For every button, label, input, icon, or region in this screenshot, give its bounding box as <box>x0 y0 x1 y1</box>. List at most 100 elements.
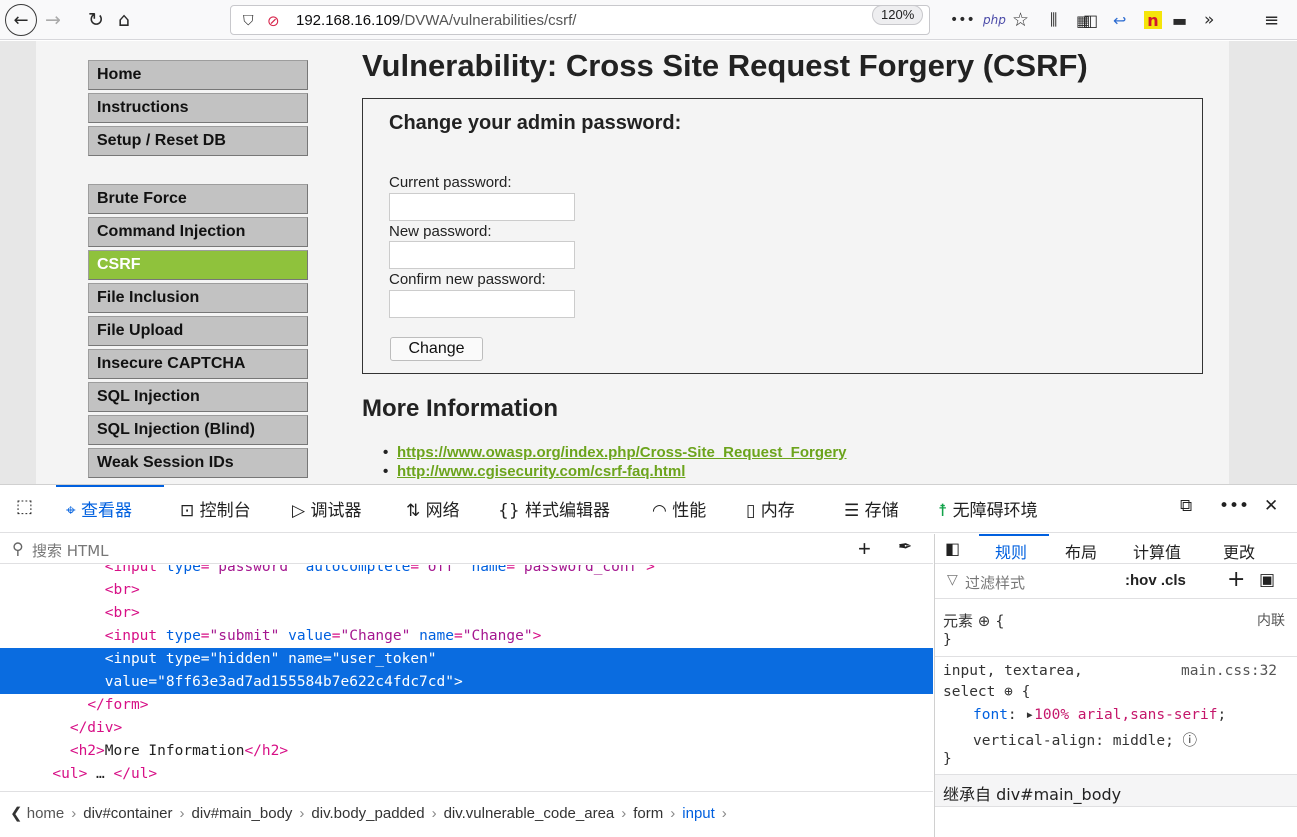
markup-token: <input <box>104 651 166 667</box>
url-text[interactable]: 192.168.16.109/DVWA/vulnerabilities/csrf… <box>296 12 576 29</box>
extension-arrow-icon[interactable]: ↩ <box>1113 6 1126 34</box>
tab-network[interactable]: ⇅ 网络 <box>406 496 460 521</box>
add-rule-icon[interactable]: + <box>1227 567 1245 592</box>
markup-line[interactable]: <h2>More Information</h2> <box>0 740 933 763</box>
menu-item-csrf[interactable]: CSRF <box>88 250 308 280</box>
markup-token: </ul> <box>113 766 158 782</box>
markup-line[interactable]: <br> <box>0 579 933 602</box>
change-button[interactable]: Change <box>390 337 483 361</box>
zoom-badge[interactable]: 120% <box>872 5 924 25</box>
library-icon[interactable]: ⫼ <box>1050 6 1057 34</box>
url-path: /DVWA/vulnerabilities/csrf/ <box>400 12 577 29</box>
rule-selector[interactable]: input, textarea, <box>943 663 1083 679</box>
sidebar-toggle-icon[interactable]: ◧ <box>945 539 960 558</box>
breadcrumb-item[interactable]: div.vulnerable_code_area <box>444 805 615 822</box>
markup-line[interactable]: <br> <box>0 602 933 625</box>
rule-prop-valign[interactable]: vertical-align: middle; ⓘ <box>973 729 1197 750</box>
html-search-input[interactable]: 搜索 HTML <box>32 540 109 561</box>
confirm-password-input[interactable] <box>389 290 575 318</box>
hamburger-menu-icon[interactable]: ≡ <box>1264 6 1279 34</box>
menu-item-weak-session-ids[interactable]: Weak Session IDs <box>88 448 308 478</box>
filter-styles-input[interactable]: 过滤样式 <box>965 572 1025 593</box>
menu-item-insecure-captcha[interactable]: Insecure CAPTCHA <box>88 349 308 379</box>
overflow-chevrons-icon[interactable]: » <box>1204 6 1214 34</box>
menu-item-setup[interactable]: Setup / Reset DB <box>88 126 308 156</box>
markup-token: name <box>419 628 454 644</box>
tab-storage[interactable]: ☰ 存储 <box>844 496 899 521</box>
php-extension-icon[interactable]: php <box>983 6 1006 34</box>
print-simulation-icon[interactable]: ▣ <box>1259 570 1275 590</box>
tab-style-editor[interactable]: {} 样式编辑器 <box>498 496 610 521</box>
menu-item-sql-injection[interactable]: SQL Injection <box>88 382 308 412</box>
add-node-icon[interactable]: + <box>858 536 871 562</box>
tab-performance[interactable]: ◠ 性能 <box>652 496 706 521</box>
new-password-input[interactable] <box>389 241 575 269</box>
hov-cls-toggles[interactable]: :hov .cls <box>1125 572 1186 589</box>
menu-item-file-upload[interactable]: File Upload <box>88 316 308 346</box>
rule-source-link[interactable]: main.css:32 <box>1181 663 1277 679</box>
markup-token: = <box>323 651 332 667</box>
breadcrumb-item[interactable]: div#main_body <box>192 805 293 822</box>
tab-accessibility-label: 无障碍环境 <box>952 501 1038 521</box>
breadcrumb-item[interactable]: div.body_padded <box>311 805 424 822</box>
markup-line[interactable]: </div> <box>0 717 933 740</box>
close-devtools-icon[interactable]: ✕ <box>1264 496 1278 516</box>
tab-console[interactable]: ⊡ 控制台 <box>180 496 251 521</box>
tab-changes[interactable]: 更改 <box>1223 539 1255 563</box>
devtools-more-icon[interactable]: ••• <box>1219 496 1249 516</box>
breadcrumb-item[interactable]: input <box>682 805 715 822</box>
markup-line-selected[interactable]: <input type="hidden" name="user_token" <box>0 648 933 671</box>
element-picker-icon[interactable]: ⬚ <box>16 496 33 517</box>
markup-token: "hidden" <box>209 651 280 667</box>
markup-line[interactable]: <input type="submit" value="Change" name… <box>0 625 933 648</box>
tab-memory[interactable]: ▯ 内存 <box>746 496 795 521</box>
reload-icon[interactable]: ↻ <box>88 6 104 34</box>
url-bar[interactable]: ⛉ ⊘ 192.168.16.109/DVWA/vulnerabilities/… <box>230 5 1090 35</box>
tab-accessibility[interactable]: ☨ 无障碍环境 <box>938 496 1038 521</box>
menu-item-command-injection[interactable]: Command Injection <box>88 217 308 247</box>
rule-prop-font[interactable]: font: ▸100% arial,sans-serif; <box>973 707 1226 723</box>
link-cgisecurity[interactable]: http://www.cgisecurity.com/csrf-faq.html <box>397 462 847 481</box>
insecure-lock-icon[interactable]: ⊘ <box>267 7 280 35</box>
menu-item-instructions[interactable]: Instructions <box>88 93 308 123</box>
tab-inspector[interactable]: ⌖ 查看器 <box>66 496 132 521</box>
markup-token: </h2> <box>244 743 289 759</box>
home-icon[interactable]: ⌂ <box>118 6 130 34</box>
menu-item-sql-injection-blind[interactable]: SQL Injection (Blind) <box>88 415 308 445</box>
breadcrumb-item[interactable]: home <box>27 805 65 822</box>
back-icon[interactable]: ← <box>5 4 37 36</box>
markup-line-selected[interactable]: value="8ff63e3ad7ad155584b7e622c4fdc7cd"… <box>0 671 933 694</box>
markup-token <box>297 565 306 575</box>
devtools-panel: ⬚ ⌖ 查看器 ⊡ 控制台 ▷ 调试器 ⇅ 网络 {} 样式编辑器 ◠ 性能 ▯… <box>0 484 1297 837</box>
screen-icon[interactable]: ▬ <box>1172 6 1187 34</box>
tab-selected-indicator <box>56 485 164 487</box>
markup-tree[interactable]: <input type="password" autocomplete="off… <box>0 565 933 788</box>
extension-n-icon[interactable]: n <box>1144 11 1162 30</box>
link-owasp[interactable]: https://www.owasp.org/index.php/Cross-Si… <box>397 443 847 462</box>
sidebar-icon[interactable]: ◫ <box>1083 6 1098 34</box>
markup-line[interactable]: <input type="password" autocomplete="off… <box>0 565 933 579</box>
tab-rules[interactable]: 规则 <box>995 539 1027 563</box>
breadcrumb-item[interactable]: div#container <box>83 805 172 822</box>
current-password-input[interactable] <box>389 193 575 221</box>
html-search-bar[interactable]: ⚲ 搜索 HTML + ✒ <box>0 534 933 564</box>
tab-debugger[interactable]: ▷ 调试器 <box>292 496 361 521</box>
dock-icon[interactable]: ⧉ <box>1180 496 1192 516</box>
element-rule-close: } <box>943 632 952 648</box>
forward-icon[interactable]: → <box>45 6 61 34</box>
tab-computed[interactable]: 计算值 <box>1133 539 1181 563</box>
menu-item-home[interactable]: Home <box>88 60 308 90</box>
tab-layout[interactable]: 布局 <box>1065 539 1097 563</box>
bookmark-star-icon[interactable]: ☆ <box>1012 6 1029 34</box>
breadcrumb-back-icon[interactable]: ❮ <box>10 805 27 822</box>
rules-tabbar: ◧ 规则 布局 计算值 更改 <box>935 534 1297 564</box>
more-actions-icon[interactable]: ••• <box>950 6 975 34</box>
markup-line[interactable]: </form> <box>0 694 933 717</box>
menu-item-file-inclusion[interactable]: File Inclusion <box>88 283 308 313</box>
menu-item-brute-force[interactable]: Brute Force <box>88 184 308 214</box>
breadcrumb-item[interactable]: form <box>633 805 663 822</box>
shield-icon[interactable]: ⛉ <box>243 7 254 35</box>
info-icon[interactable]: ⓘ <box>1183 733 1198 749</box>
markup-line[interactable]: <ul> … </ul> <box>0 763 933 786</box>
eyedropper-icon[interactable]: ✒ <box>898 537 912 557</box>
